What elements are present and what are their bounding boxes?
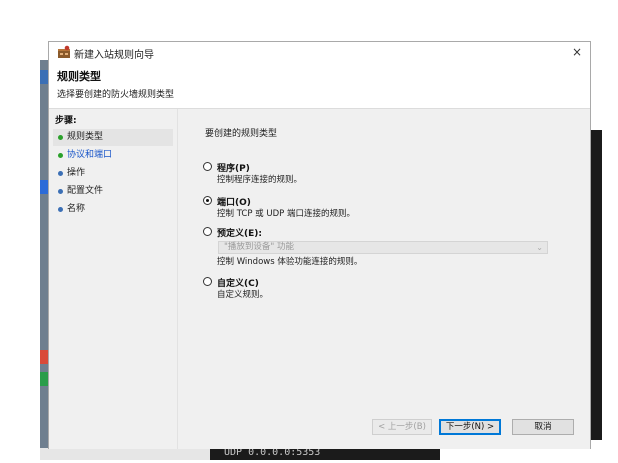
page-title: 规则类型: [57, 70, 101, 83]
option-description: 控制程序连接的规则。: [217, 175, 303, 185]
firewall-icon: [58, 45, 70, 58]
background-window-bottom: [40, 448, 210, 460]
radio-custom[interactable]: [203, 277, 212, 286]
option-label: 预定义(E):: [217, 229, 262, 239]
step-profile[interactable]: 配置文件: [53, 183, 173, 200]
back-button[interactable]: < 上一步(B): [372, 419, 432, 435]
steps-label: 步骤:: [55, 116, 77, 126]
step-bullet-icon: [58, 207, 63, 212]
next-button[interactable]: 下一步(N) >: [439, 419, 501, 435]
step-label: 操作: [67, 168, 86, 178]
step-label: 协议和端口: [67, 150, 113, 160]
radio-program[interactable]: [203, 162, 212, 171]
close-button[interactable]: ×: [568, 43, 586, 61]
cancel-button[interactable]: 取消: [512, 419, 574, 435]
step-bullet-icon: [58, 153, 63, 158]
window-title: 新建入站规则向导: [74, 50, 154, 61]
rule-type-prompt: 要创建的规则类型: [205, 129, 278, 139]
background-terminal: [590, 130, 602, 440]
step-bullet-icon: [58, 189, 63, 194]
option-description: 控制 TCP 或 UDP 端口连接的规则。: [217, 209, 355, 219]
step-rule-type[interactable]: 规则类型: [53, 129, 173, 146]
title-bar[interactable]: 新建入站规则向导 ×: [49, 42, 590, 62]
step-action[interactable]: 操作: [53, 165, 173, 182]
new-inbound-rule-wizard: 新建入站规则向导 × 规则类型 选择要创建的防火墙规则类型 步骤: 规则类型 协…: [48, 41, 591, 449]
option-description: 自定义规则。: [217, 290, 269, 300]
step-bullet-icon: [58, 135, 63, 140]
chevron-down-icon: ⌄: [536, 243, 543, 252]
page-subtitle: 选择要创建的防火墙规则类型: [57, 90, 175, 100]
radio-port[interactable]: [203, 196, 212, 205]
predefined-select[interactable]: "播放到设备" 功能 ⌄: [218, 241, 548, 254]
step-bullet-icon: [58, 171, 63, 176]
step-label: 配置文件: [67, 186, 104, 196]
option-description: 控制 Windows 体验功能连接的规则。: [217, 257, 363, 267]
predefined-select-value: "播放到设备" 功能: [224, 242, 295, 252]
radio-predefined[interactable]: [203, 227, 212, 236]
step-label: 名称: [67, 204, 86, 214]
wizard-header: 规则类型 选择要创建的防火墙规则类型: [49, 62, 590, 109]
step-protocol-ports[interactable]: 协议和端口: [53, 147, 173, 164]
step-label: 规则类型: [67, 132, 104, 142]
wizard-content: 要创建的规则类型 程序(P) 控制程序连接的规则。 端口(O) 控制 TCP 或…: [178, 109, 590, 449]
step-name[interactable]: 名称: [53, 201, 173, 218]
steps-sidebar: 步骤: 规则类型 协议和端口 操作 配置文件 名称: [49, 109, 178, 449]
